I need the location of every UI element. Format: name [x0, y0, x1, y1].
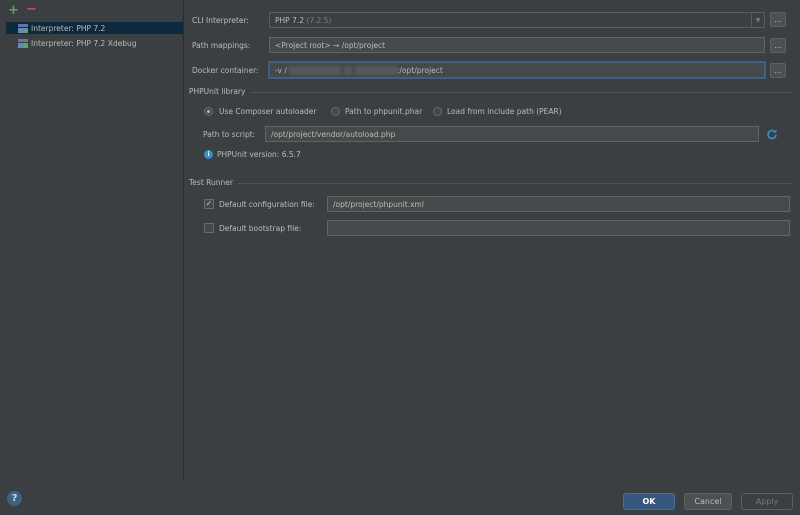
radio-include-path[interactable]: Load from include path (PEAR) — [433, 107, 562, 116]
chevron-down-icon[interactable]: ▼ — [751, 13, 764, 27]
path-to-script-label: Path to script: — [203, 130, 256, 139]
default-config-value: /opt/project/phpunit.xml — [333, 199, 424, 209]
radio-label: Load from include path (PEAR) — [447, 107, 562, 116]
docker-container-value-prefix: -v / — [275, 65, 287, 75]
add-interpreter-button[interactable]: + — [8, 4, 19, 17]
interpreter-item-label: Interpreter: PHP 7.2 — [31, 23, 106, 33]
path-mappings-value: <Project root> → /opt/project — [275, 40, 386, 50]
radio-composer-autoloader[interactable]: Use Composer autoloader — [204, 107, 316, 116]
test-runner-title: Test Runner — [189, 178, 233, 187]
remove-interpreter-button[interactable]: − — [26, 3, 37, 16]
default-bootstrap-field[interactable] — [327, 220, 790, 236]
redacted-block — [288, 65, 341, 75]
section-divider — [238, 183, 792, 184]
phpunit-version-text: PHPUnit version: 6.5.7 — [217, 150, 301, 159]
section-divider — [250, 92, 792, 93]
radio-phpunit-phar[interactable]: Path to phpunit.phar — [331, 107, 422, 116]
radio-indicator[interactable] — [204, 107, 213, 116]
interpreter-list-panel: + − Interpreter: PHP 7.2 Interpreter: PH… — [0, 0, 183, 480]
default-bootstrap-checkbox-row[interactable]: Default bootstrap file: — [204, 223, 301, 233]
path-to-script-value: /opt/project/vendor/autoload.php — [271, 129, 396, 139]
radio-indicator[interactable] — [433, 107, 442, 116]
radio-label: Use Composer autoloader — [219, 107, 317, 116]
refresh-icon[interactable] — [766, 128, 778, 140]
cli-interpreter-browse-button[interactable]: ... — [770, 12, 786, 27]
phpunit-library-title: PHPUnit library — [189, 87, 246, 96]
redacted-block — [354, 65, 397, 75]
radio-indicator[interactable] — [331, 107, 340, 116]
ok-button[interactable]: OK — [623, 493, 675, 510]
default-config-checkbox[interactable]: ✓ — [204, 199, 214, 209]
radio-label: Path to phpunit.phar — [345, 107, 423, 116]
path-to-script-field[interactable]: /opt/project/vendor/autoload.php — [265, 126, 759, 142]
redacted-block — [343, 65, 352, 75]
interpreter-item-php72[interactable]: Interpreter: PHP 7.2 — [6, 22, 183, 34]
php-interpreter-icon — [18, 23, 28, 33]
cli-interpreter-combo[interactable]: PHP 7.2 (7.2.5) ▼ — [269, 12, 765, 28]
php-interpreter-icon — [18, 38, 28, 48]
default-config-checkbox-row[interactable]: ✓ Default configuration file: — [204, 199, 315, 209]
cli-interpreter-value: PHP 7.2 — [275, 15, 304, 25]
docker-container-browse-button[interactable]: ... — [770, 63, 786, 78]
help-button[interactable]: ? — [7, 491, 22, 506]
path-mappings-field[interactable]: <Project root> → /opt/project — [269, 37, 765, 53]
docker-container-value-suffix: :/opt/project — [396, 65, 443, 75]
default-config-label: Default configuration file: — [219, 199, 315, 209]
docker-container-field[interactable]: -v / :/opt/project — [269, 62, 765, 78]
default-bootstrap-checkbox[interactable] — [204, 223, 214, 233]
info-icon: i — [204, 150, 213, 159]
interpreter-item-php72-xdebug[interactable]: Interpreter: PHP 7.2 Xdebug — [6, 37, 183, 49]
phpunit-version-info: i PHPUnit version: 6.5.7 — [204, 150, 301, 159]
default-config-field[interactable]: /opt/project/phpunit.xml — [327, 196, 790, 212]
path-mappings-label: Path mappings: — [192, 41, 251, 50]
default-bootstrap-label: Default bootstrap file: — [219, 223, 302, 233]
cli-interpreter-version: (7.2.5) — [306, 15, 332, 25]
cli-interpreter-label: CLI Interpreter: — [192, 16, 249, 25]
apply-button[interactable]: Apply — [741, 493, 793, 510]
interpreter-item-label: Interpreter: PHP 7.2 Xdebug — [31, 38, 137, 48]
cancel-button[interactable]: Cancel — [684, 493, 732, 510]
panel-divider[interactable] — [183, 0, 184, 480]
docker-container-label: Docker container: — [192, 66, 259, 75]
path-mappings-browse-button[interactable]: ... — [770, 38, 786, 53]
